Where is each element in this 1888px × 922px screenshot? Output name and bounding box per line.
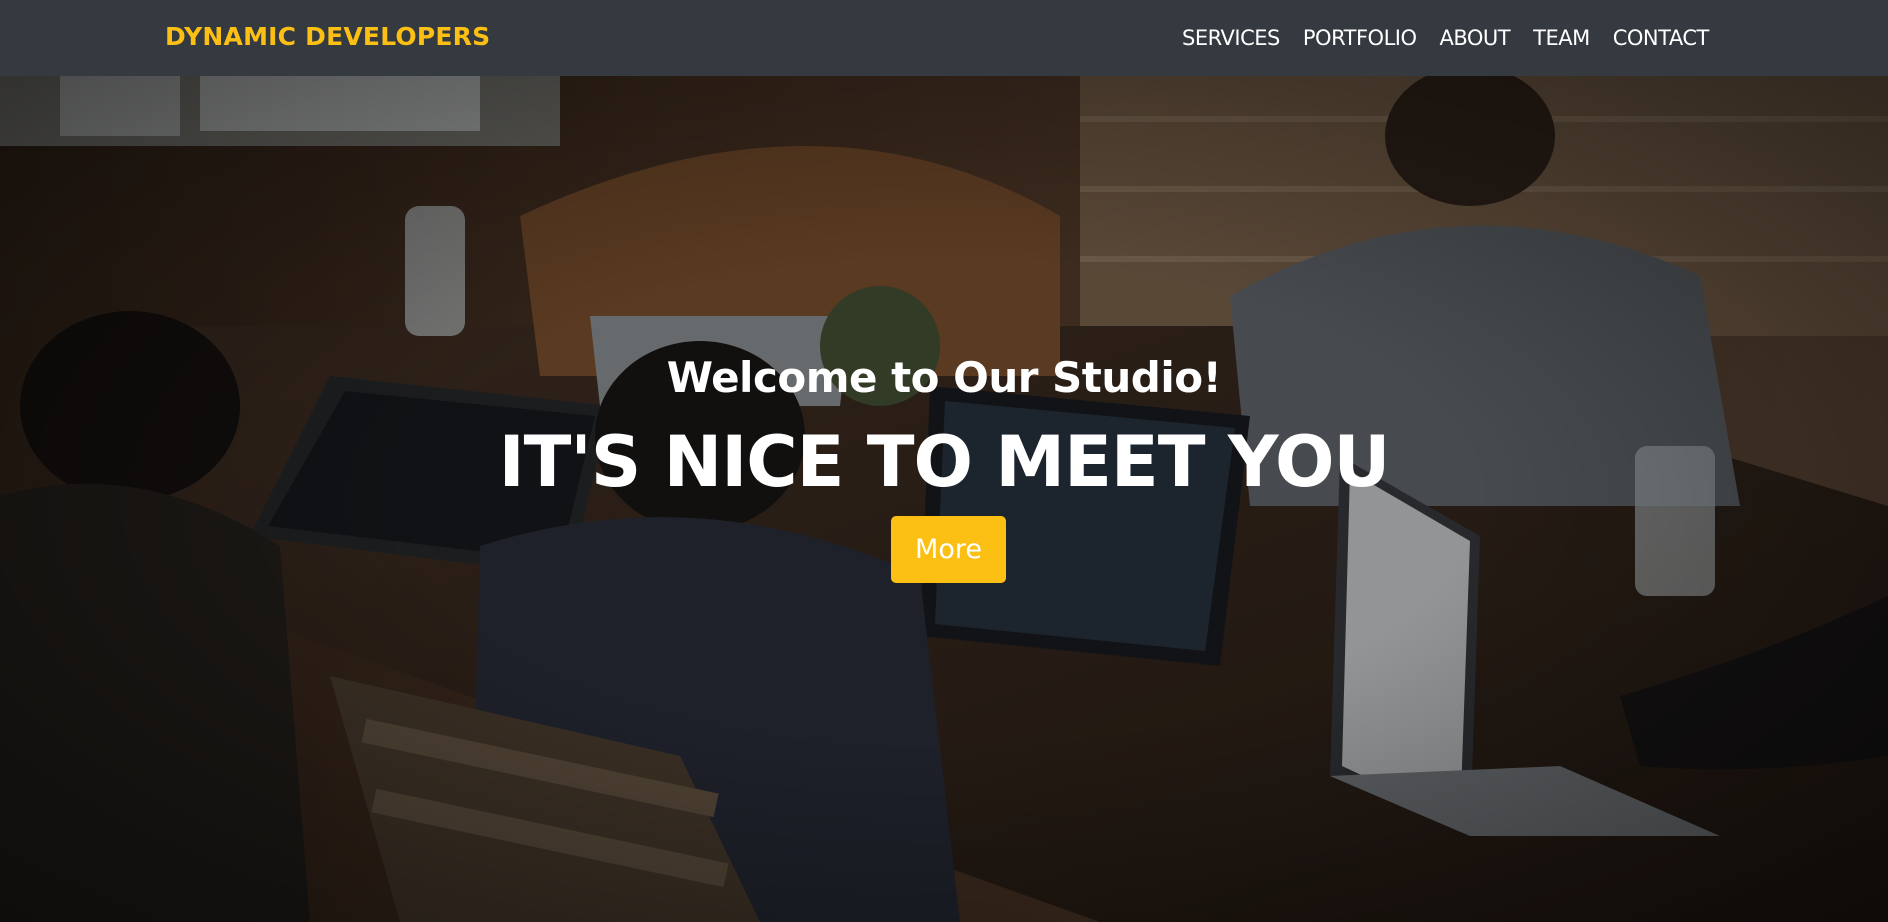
nav-link-services[interactable]: SERVICES [1182,26,1280,50]
brand-logo[interactable]: DYNAMIC DEVELOPERS [165,0,490,76]
nav-link-portfolio[interactable]: PORTFOLIO [1303,26,1417,50]
more-button[interactable]: More [891,516,1006,583]
nav-link-contact[interactable]: CONTACT [1613,26,1710,50]
nav-links: SERVICES PORTFOLIO ABOUT TEAM CONTACT [1182,0,1709,76]
nav-link-about[interactable]: ABOUT [1440,26,1511,50]
hero-headline: IT'S NICE TO MEET YOU [498,421,1391,503]
nav-link-team[interactable]: TEAM [1533,26,1590,50]
navbar: DYNAMIC DEVELOPERS SERVICES PORTFOLIO AB… [0,0,1888,76]
hero-welcome-text: Welcome to Our Studio! [666,353,1222,402]
hero-section: Welcome to Our Studio! IT'S NICE TO MEET… [0,76,1888,922]
